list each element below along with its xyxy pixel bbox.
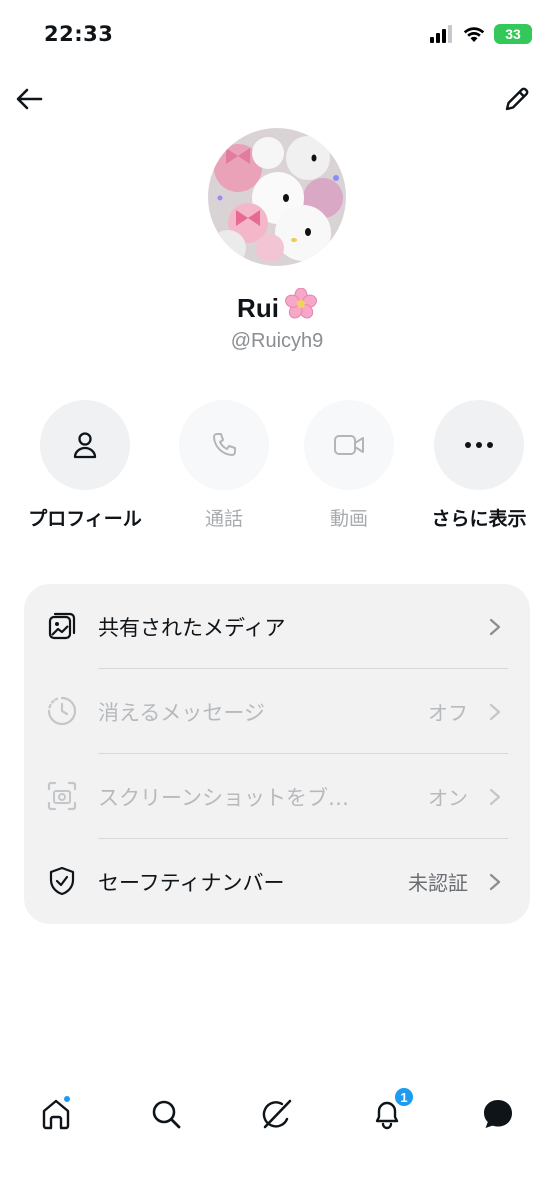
search-icon bbox=[152, 1100, 181, 1129]
timer-icon bbox=[46, 695, 78, 727]
video-action-button[interactable]: 動画 bbox=[289, 400, 409, 531]
chevron-right-icon bbox=[489, 873, 501, 891]
signal-icon bbox=[430, 25, 452, 43]
tab-messages[interactable] bbox=[476, 1092, 520, 1136]
more-dots-icon bbox=[465, 442, 493, 448]
battery-level: 33 bbox=[505, 26, 521, 42]
more-action-button[interactable]: さらに表示 bbox=[419, 400, 539, 531]
cherry-blossom-icon bbox=[284, 287, 317, 327]
chevron-right-icon bbox=[489, 703, 501, 721]
bottom-tab-bar: 1 bbox=[0, 1080, 554, 1150]
tab-grok[interactable] bbox=[255, 1092, 299, 1136]
avatar[interactable] bbox=[208, 128, 346, 266]
disappearing-messages-row[interactable]: 消えるメッセージ オフ bbox=[24, 669, 530, 754]
shared-media-row[interactable]: 共有されたメディア bbox=[24, 584, 530, 669]
call-action-label: 通話 bbox=[204, 508, 243, 530]
chevron-right-icon bbox=[489, 788, 501, 806]
disappearing-messages-value: オフ bbox=[428, 701, 468, 725]
video-action-circle[interactable] bbox=[304, 400, 394, 490]
tab-notifications[interactable]: 1 bbox=[365, 1086, 415, 1136]
shield-check-icon bbox=[46, 865, 78, 897]
tab-search[interactable] bbox=[144, 1092, 188, 1136]
wifi-icon bbox=[463, 27, 485, 42]
pencil-icon bbox=[505, 87, 529, 111]
video-action-label: 動画 bbox=[329, 508, 368, 530]
grok-icon bbox=[262, 1099, 292, 1129]
more-action-label: さらに表示 bbox=[431, 508, 527, 530]
screenshot-block-value: オン bbox=[428, 786, 468, 810]
status-time: 22:33 bbox=[44, 22, 114, 46]
edit-button[interactable] bbox=[500, 82, 534, 116]
video-camera-icon bbox=[334, 435, 364, 455]
safety-number-value: 未認証 bbox=[408, 871, 468, 895]
more-action-circle[interactable] bbox=[434, 400, 524, 490]
screenshot-camera-icon bbox=[46, 780, 78, 812]
screenshot-block-label: スクリーンショットをブ… bbox=[98, 785, 349, 810]
status-bar: 22:33 33 bbox=[0, 0, 554, 70]
chevron-right-icon bbox=[489, 618, 501, 636]
profile-action-circle[interactable] bbox=[40, 400, 130, 490]
arrow-left-icon bbox=[16, 88, 43, 110]
screenshot-block-row[interactable]: スクリーンショットをブ… オン bbox=[24, 754, 530, 839]
call-action-button[interactable]: 通話 bbox=[164, 400, 284, 531]
profile-action-label: プロフィール bbox=[28, 508, 142, 530]
phone-icon bbox=[213, 433, 236, 456]
avatar-image bbox=[208, 128, 346, 266]
safety-number-row[interactable]: セーフティナンバー 未認証 bbox=[24, 839, 530, 924]
call-action-circle[interactable] bbox=[179, 400, 269, 490]
shared-media-label: 共有されたメディア bbox=[98, 615, 286, 640]
notifications-badge: 1 bbox=[393, 1086, 415, 1108]
tab-home[interactable] bbox=[34, 1092, 78, 1136]
messages-icon bbox=[484, 1100, 512, 1128]
safety-number-label: セーフティナンバー bbox=[98, 870, 285, 895]
status-icons: 33 bbox=[430, 24, 532, 44]
home-unread-dot bbox=[62, 1094, 72, 1104]
profile-handle: @Ruicyh9 bbox=[230, 330, 324, 352]
profile-name-text: Rui bbox=[237, 293, 279, 323]
disappearing-messages-label: 消えるメッセージ bbox=[98, 700, 265, 725]
profile-name: Rui bbox=[0, 287, 554, 327]
conversation-settings-card: 共有されたメディア 消えるメッセージ オフ スクリーンショットをブ… オン セー… bbox=[24, 584, 530, 924]
media-gallery-icon bbox=[46, 610, 78, 642]
back-button[interactable] bbox=[12, 82, 46, 116]
person-icon bbox=[73, 432, 97, 459]
battery-indicator: 33 bbox=[494, 24, 532, 44]
profile-action-button[interactable]: プロフィール bbox=[25, 400, 145, 531]
